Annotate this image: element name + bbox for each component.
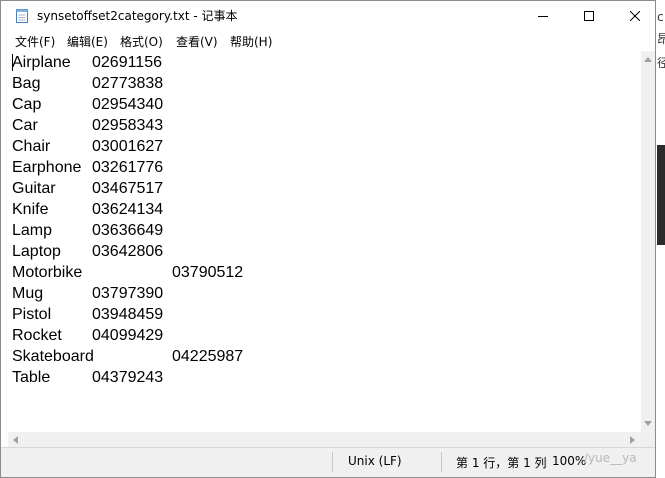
background-dark-panel	[657, 145, 665, 245]
text-line: Lamp 03636649	[12, 220, 163, 241]
text-line: Guitar 03467517	[12, 178, 163, 199]
menu-view[interactable]: 查看(V)	[176, 33, 218, 50]
status-divider	[332, 452, 333, 472]
scroll-right-icon[interactable]	[630, 436, 635, 444]
maximize-button[interactable]	[566, 1, 612, 31]
text-line: Car 02958343	[12, 115, 163, 136]
text-line: Bag 02773838	[12, 73, 163, 94]
line-code: 03001627	[92, 138, 164, 155]
line-code: 04099429	[92, 327, 164, 344]
scroll-down-icon[interactable]	[644, 421, 652, 426]
line-name: Skateboard	[12, 348, 94, 365]
close-icon	[630, 11, 640, 21]
line-name: Bag	[12, 75, 41, 92]
line-code: 04379243	[92, 369, 164, 386]
text-line: Mug 03797390	[12, 283, 163, 304]
text-editor[interactable]: Airplane 02691156 Bag 02773838 Cap 02954340…	[8, 51, 641, 432]
text-line: Laptop 03642806	[12, 241, 163, 262]
text-line: Chair 03001627	[12, 136, 163, 157]
line-code: 03797390	[92, 285, 164, 302]
text-line: Skateboard 04225987	[12, 346, 243, 367]
line-code: 02954340	[92, 96, 164, 113]
text-line: Rocket 04099429	[12, 325, 163, 346]
text-line: Table 04379243	[12, 367, 163, 388]
maximize-icon	[584, 11, 594, 21]
close-button[interactable]	[612, 1, 658, 31]
text-line: Pistol 03948459	[12, 304, 163, 325]
line-name: Lamp	[12, 222, 53, 239]
menu-format[interactable]: 格式(O)	[120, 33, 163, 50]
text-line: Cap 02954340	[12, 94, 163, 115]
scroll-left-icon[interactable]	[13, 436, 18, 444]
text-line: Motorbike 03790512	[12, 262, 243, 283]
line-name: Car	[12, 117, 38, 134]
line-name: Earphone	[12, 159, 82, 176]
line-name: Airplane	[12, 54, 71, 71]
line-code: 03948459	[92, 306, 164, 323]
line-name: Guitar	[12, 180, 56, 197]
watermark-text: /yue__ya	[584, 451, 637, 465]
window-title: synsetoffset2category.txt - 记事本	[37, 9, 238, 23]
status-zoom: 100%	[552, 454, 587, 468]
text-line: Airplane 02691156	[12, 52, 162, 73]
notepad-icon	[16, 9, 28, 23]
line-code: 03636649	[92, 222, 164, 239]
line-code: 03261776	[92, 159, 164, 176]
notepad-window: synsetoffset2category.txt - 记事本 文件(F) 编辑…	[0, 0, 656, 478]
line-name: Knife	[12, 201, 49, 218]
line-name: Mug	[12, 285, 44, 302]
background-text: 昂	[657, 32, 665, 46]
line-code: 03467517	[92, 180, 164, 197]
menu-file[interactable]: 文件(F)	[15, 33, 55, 50]
status-encoding: Unix (LF)	[348, 454, 402, 468]
line-name: Motorbike	[12, 264, 83, 281]
minimize-icon	[538, 16, 548, 17]
menu-edit[interactable]: 编辑(E)	[67, 33, 108, 50]
line-name: Cap	[12, 96, 42, 113]
title-bar[interactable]: synsetoffset2category.txt - 记事本	[1, 1, 655, 31]
menu-help[interactable]: 帮助(H)	[230, 33, 272, 50]
line-name: Rocket	[12, 327, 62, 344]
text-line: Earphone 03261776	[12, 157, 163, 178]
background-text: 径	[657, 56, 665, 70]
line-code: 04225987	[172, 348, 244, 365]
line-name: Table	[12, 369, 51, 386]
line-code: 02773838	[92, 75, 164, 92]
horizontal-scrollbar[interactable]	[8, 432, 641, 447]
status-bar: Unix (LF) 第 1 行，第 1 列 100%	[1, 447, 655, 477]
scrollbar-corner	[641, 432, 655, 447]
status-position: 第 1 行，第 1 列	[456, 456, 547, 470]
line-code: 03624134	[92, 201, 164, 218]
text-line: Knife 03624134	[12, 199, 163, 220]
line-name: Chair	[12, 138, 51, 155]
line-code: 02691156	[92, 54, 162, 71]
vertical-scrollbar[interactable]	[641, 51, 655, 432]
line-code: 02958343	[92, 117, 164, 134]
minimize-button[interactable]	[520, 1, 566, 31]
text-caret	[12, 54, 13, 71]
menu-bar: 文件(F) 编辑(E) 格式(O) 查看(V) 帮助(H)	[1, 31, 655, 51]
line-name: Pistol	[12, 306, 52, 323]
line-name: Laptop	[12, 243, 61, 260]
line-code: 03642806	[92, 243, 164, 260]
scroll-up-icon[interactable]	[644, 57, 652, 62]
status-divider	[441, 452, 442, 472]
line-code: 03790512	[172, 264, 244, 281]
